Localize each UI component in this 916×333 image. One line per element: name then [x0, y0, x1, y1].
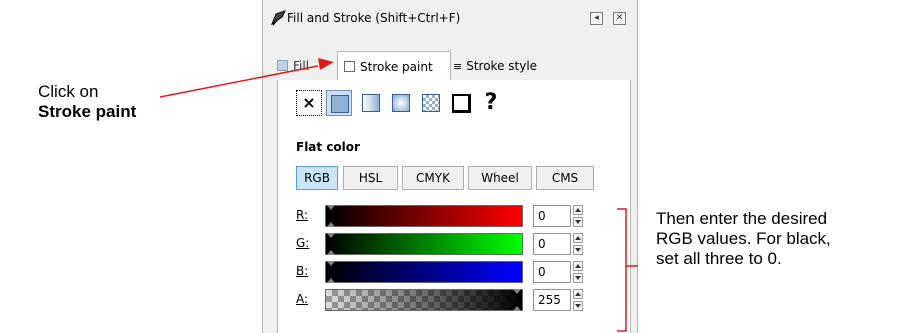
spin-down-icon[interactable]	[573, 217, 583, 227]
spin-down-icon[interactable]	[573, 273, 583, 283]
stroke-style-tab-icon: ≡	[453, 60, 463, 73]
alpha-value-input[interactable]: 255	[533, 289, 571, 311]
tab-stroke-style-label: Stroke style	[466, 59, 538, 73]
dialog-tabs: Fill Stroke paint ≡ Stroke style	[277, 51, 629, 81]
slider-handle-top-icon	[327, 233, 335, 238]
right-callout-line1: Then enter the desired	[656, 209, 828, 228]
blue-slider[interactable]	[325, 261, 523, 283]
blue-spin-arrows[interactable]	[573, 261, 584, 283]
channel-row-b: B: 0	[296, 260, 616, 284]
radial-gradient-icon	[392, 94, 410, 112]
green-spin-arrows[interactable]	[573, 233, 584, 255]
unset-paint-button[interactable]: ?	[478, 90, 504, 116]
right-callout-line2: RGB values. For black,	[656, 229, 831, 248]
channel-label-r: R:	[296, 208, 309, 222]
spin-down-icon[interactable]	[573, 301, 583, 311]
slider-handle-bottom-icon	[327, 278, 335, 283]
swatch-button[interactable]	[448, 90, 474, 116]
dialog-titlebar: Fill and Stroke (Shift+Ctrl+F) ◂ ✕	[263, 6, 637, 32]
slider-handle-bottom-icon	[327, 250, 335, 255]
red-spin-arrows[interactable]	[573, 205, 584, 227]
spin-up-icon[interactable]	[573, 233, 583, 243]
spin-up-icon[interactable]	[573, 205, 583, 215]
stroke-paint-tab-icon	[344, 61, 355, 72]
alpha-slider[interactable]	[325, 289, 523, 311]
left-callout: Click on Stroke paint	[38, 82, 136, 122]
blue-value-input[interactable]: 0	[533, 261, 571, 283]
pattern-icon	[422, 94, 440, 112]
spin-up-icon[interactable]	[573, 261, 583, 271]
none-paint-icon: ×	[302, 93, 316, 112]
tab-stroke-style[interactable]: ≡ Stroke style	[453, 54, 563, 79]
right-callout-line3: set all three to 0.	[656, 249, 782, 268]
collapse-icon[interactable]: ◂	[590, 12, 603, 25]
left-callout-line1: Click on	[38, 82, 99, 101]
right-callout: Then enter the desired RGB values. For b…	[656, 209, 831, 269]
swatch-icon	[452, 94, 471, 113]
close-icon[interactable]: ✕	[613, 12, 626, 25]
fill-tab-icon	[277, 60, 288, 71]
flat-color-icon	[331, 95, 349, 113]
channel-row-a: A: 255	[296, 288, 616, 312]
channel-label-b: B:	[296, 264, 309, 278]
tab-fill[interactable]: Fill	[277, 54, 339, 79]
no-paint-button[interactable]: ×	[296, 90, 322, 116]
mode-cms[interactable]: CMS	[536, 166, 594, 190]
unset-paint-icon: ?	[484, 90, 498, 115]
red-value-input[interactable]: 0	[533, 205, 571, 227]
slider-handle-bottom-icon	[513, 306, 521, 311]
alpha-spin-arrows[interactable]	[573, 289, 584, 311]
linear-gradient-button[interactable]	[358, 90, 384, 116]
green-slider[interactable]	[325, 233, 523, 255]
left-callout-line2: Stroke paint	[38, 102, 136, 122]
slider-handle-bottom-icon	[327, 222, 335, 227]
channel-row-r: R: 0	[296, 204, 616, 228]
pattern-button[interactable]	[418, 90, 444, 116]
red-slider[interactable]	[325, 205, 523, 227]
mode-cmyk[interactable]: CMYK	[402, 166, 464, 190]
slider-handle-top-icon	[327, 205, 335, 210]
slider-handle-top-icon	[513, 289, 521, 294]
left-callout-bold: Stroke paint	[38, 102, 137, 121]
slider-handle-top-icon	[327, 261, 335, 266]
tab-stroke-paint[interactable]: Stroke paint	[337, 51, 451, 80]
mode-rgb[interactable]: RGB	[296, 166, 338, 190]
stroke-paint-panel: × ? Flat color RGB HSL CMYK Wheel CMS R:…	[277, 80, 631, 333]
channel-label-a: A:	[296, 292, 309, 306]
channel-row-g: G: 0	[296, 232, 616, 256]
tab-fill-label: Fill	[293, 59, 310, 73]
channel-label-g: G:	[296, 236, 310, 250]
linear-gradient-icon	[362, 94, 380, 112]
flat-color-label: Flat color	[296, 140, 360, 154]
spin-down-icon[interactable]	[573, 245, 583, 255]
fill-stroke-icon	[271, 10, 286, 26]
dialog-title: Fill and Stroke (Shift+Ctrl+F)	[287, 11, 461, 25]
tab-stroke-paint-label: Stroke paint	[360, 60, 433, 74]
mode-hsl[interactable]: HSL	[343, 166, 398, 190]
green-value-input[interactable]: 0	[533, 233, 571, 255]
radial-gradient-button[interactable]	[388, 90, 414, 116]
fill-and-stroke-dialog: Fill and Stroke (Shift+Ctrl+F) ◂ ✕ Fill …	[262, 0, 638, 333]
mode-wheel[interactable]: Wheel	[468, 166, 532, 190]
spin-up-icon[interactable]	[573, 289, 583, 299]
flat-color-button[interactable]	[326, 90, 352, 116]
